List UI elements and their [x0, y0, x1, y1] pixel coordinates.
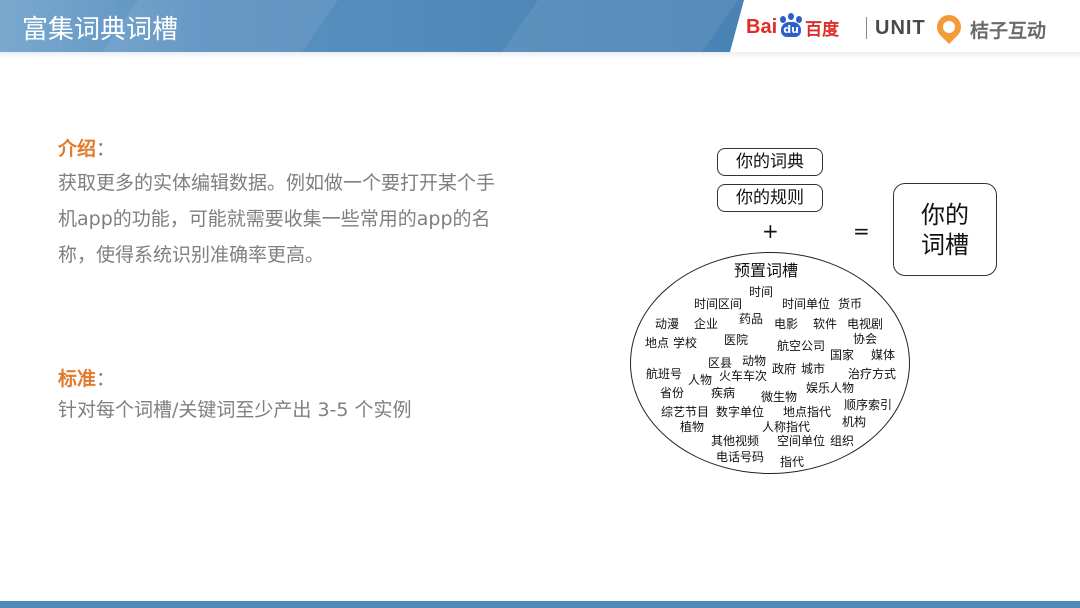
slot-word: 城市: [801, 362, 826, 376]
intro-line-2: 机app的功能，可能就需要收集一些常用的app的名: [58, 208, 491, 230]
slot-word: 地点: [645, 336, 670, 350]
slot-word: 省份: [660, 386, 685, 400]
slot-word: 指代: [780, 455, 805, 469]
slot-word: 货币: [838, 297, 863, 311]
slot-word: 药品: [739, 312, 764, 326]
slot-word: 数字单位: [716, 405, 765, 419]
slot-word: 疾病: [711, 386, 736, 400]
baidu-logo-cn: 百度: [805, 19, 840, 40]
result-box: 你的 词槽: [893, 183, 997, 276]
baidu-logo: Bai du 百度: [746, 12, 839, 42]
result-line-2: 词槽: [921, 231, 969, 259]
dict-box: 你的词典: [717, 148, 823, 176]
slot-word: 航空公司: [777, 339, 826, 353]
intro-line-1: 获取更多的实体编辑数据。例如做一个要打开某个手: [58, 172, 496, 194]
unit-logo: UNIT: [875, 17, 926, 39]
result-line-1: 你的: [921, 201, 969, 229]
juzi-logo: 桔子互动: [970, 20, 1047, 42]
intro-heading: 介绍：: [58, 134, 115, 161]
intro-text: 获取更多的实体编辑数据。例如做一个要打开某个手 机app的功能，可能就需要收集一…: [58, 165, 538, 273]
slot-word: 机构: [842, 415, 867, 429]
preset-slots-title: 预置词槽: [734, 261, 799, 280]
slot-word: 时间单位: [782, 297, 831, 311]
intro-line-3: 称，使得系统识别准确率更高。: [58, 244, 325, 266]
logo-divider: [866, 17, 867, 39]
header-bar: 富集词典词槽 Bai du 百度 UNIT 桔子互动: [0, 0, 1080, 52]
slot-word: 电话号码: [716, 450, 765, 464]
slot-word: 娱乐人物: [806, 381, 855, 395]
standard-text: 针对每个词槽/关键词至少产出 3-5 个实例: [58, 399, 412, 421]
juzi-logo-icon: [932, 10, 966, 44]
slot-word: 航班号: [646, 367, 683, 381]
intro-label: 介绍: [58, 138, 97, 160]
slot-word: 学校: [673, 336, 698, 350]
slot-word: 媒体: [871, 348, 896, 362]
slot-word: 人物: [688, 373, 713, 387]
slot-word: 组织: [830, 434, 855, 448]
slot-word: 时间区间: [694, 297, 743, 311]
baidu-paw-text: du: [781, 22, 802, 37]
page-title: 富集词典词槽: [22, 15, 179, 45]
footer-bar: [0, 601, 1080, 608]
slot-word: 国家: [830, 348, 855, 362]
slot-word: 协会: [853, 332, 878, 346]
slot-word: 软件: [813, 317, 838, 331]
slot-word: 植物: [680, 420, 705, 434]
logo-panel: Bai du 百度 UNIT 桔子互动: [730, 0, 1080, 52]
rules-box: 你的规则: [717, 184, 823, 212]
intro-colon: ：: [96, 138, 116, 160]
slot-word: 时间: [749, 285, 774, 299]
slot-word: 企业: [694, 317, 719, 331]
header-shadow: [0, 52, 1080, 58]
slot-word: 其他视频: [711, 434, 760, 448]
baidu-logo-text: Bai: [746, 15, 778, 38]
slot-word: 空间单位: [777, 434, 826, 448]
standard-colon: ：: [96, 368, 116, 390]
slot-word: 动漫: [655, 317, 680, 331]
slot-word: 电影: [774, 317, 799, 331]
slot-word: 政府: [772, 362, 797, 376]
plus-sign: +: [762, 219, 779, 243]
standard-label: 标准: [58, 368, 97, 390]
slot-word: 治疗方式: [848, 367, 897, 381]
baidu-paw-icon: du: [778, 13, 804, 38]
standard-heading: 标准：: [58, 364, 115, 391]
slot-word: 顺序索引: [844, 398, 893, 412]
slot-word: 医院: [724, 333, 749, 347]
equals-sign: =: [853, 219, 870, 243]
slot-word: 火车车次: [719, 369, 768, 383]
